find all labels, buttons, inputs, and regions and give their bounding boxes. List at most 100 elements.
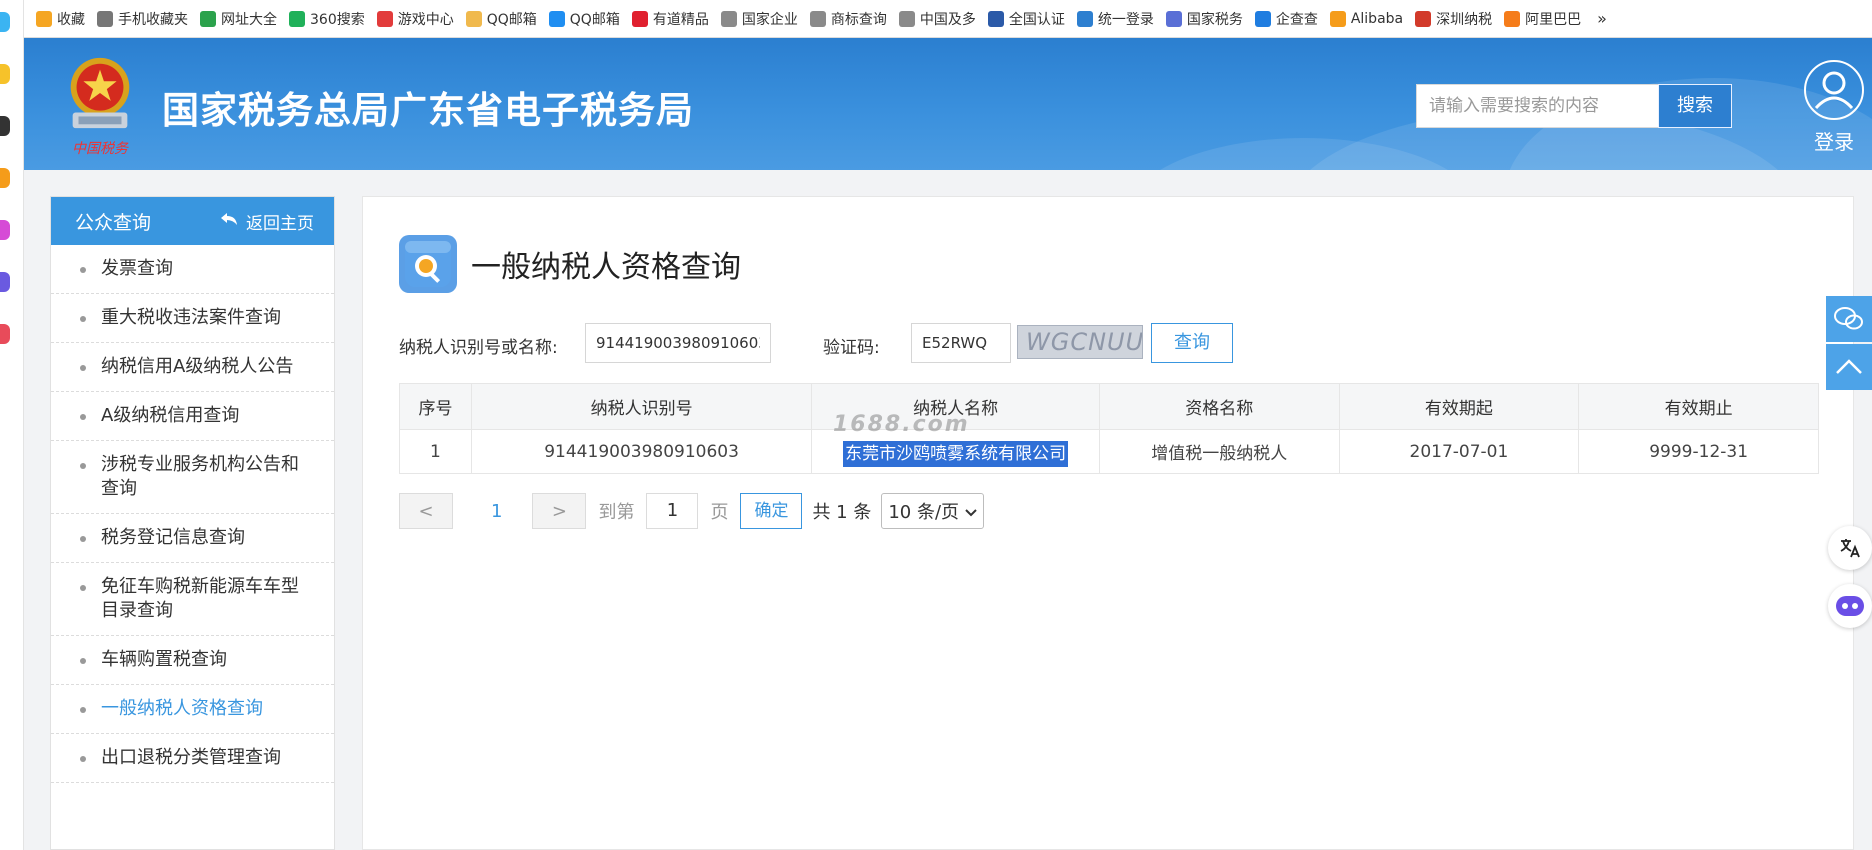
bookmark-label[interactable]: 手机收藏夹 (118, 9, 188, 29)
side-app-icon[interactable] (0, 168, 10, 188)
translate-icon[interactable] (1828, 526, 1872, 570)
sidebar-item[interactable]: 税务登记信息查询 (51, 514, 334, 563)
sidebar-item[interactable]: 一般纳税人资格查询 (51, 685, 334, 734)
search-button[interactable]: 搜索 (1658, 84, 1732, 128)
login-area[interactable]: 登录 (1794, 60, 1872, 155)
login-label[interactable]: 登录 (1794, 126, 1872, 155)
table-cell: 1 (399, 429, 472, 474)
bookmark-label[interactable]: 中国及多 (920, 9, 976, 29)
sidebar-item[interactable]: 车辆购置税查询 (51, 636, 334, 685)
emblem-text: 中国税务 (72, 141, 128, 157)
bookmark-item[interactable]: 有道精品 (631, 9, 709, 29)
assistant-icon[interactable] (1828, 584, 1872, 628)
side-app-icon[interactable] (0, 272, 10, 292)
bookmark-item[interactable]: 360搜索 (289, 9, 365, 29)
page-size-value[interactable]: 10 条/页 (888, 498, 959, 524)
bookmark-label[interactable]: Alibaba (1351, 11, 1403, 27)
back-home-label[interactable]: 返回主页 (246, 209, 314, 234)
bookmark-label[interactable]: 360搜索 (310, 9, 365, 29)
alibaba-icon (1329, 10, 1346, 27)
wechat-icon[interactable] (1826, 296, 1872, 342)
user-avatar-icon[interactable] (1804, 60, 1864, 120)
captcha-input[interactable] (911, 323, 1011, 363)
bookmark-item[interactable]: Alibaba (1329, 10, 1403, 27)
table-header-row: 序号 纳税人识别号 纳税人名称 资格名称 有效期起 有效期止 (399, 383, 1819, 430)
bookmark-label[interactable]: 网址大全 (221, 9, 277, 29)
table-row: 1 914419003980910603 东莞市沙鸥喷雾系统有限公司 增值税一般纳税人… (399, 429, 1819, 474)
sidebar-item[interactable]: 发票查询 (51, 245, 334, 294)
sidebar-item[interactable]: 出口退税分类管理查询 (51, 734, 334, 783)
bookmark-label[interactable]: 深圳纳税 (1436, 9, 1492, 29)
bookmark-label[interactable]: 商标查询 (831, 9, 887, 29)
bookmark-item[interactable]: 商标查询 (809, 9, 887, 29)
search-input[interactable] (1416, 84, 1658, 128)
bookmark-item[interactable]: 中国及多 (898, 9, 976, 29)
plus-circle-icon (200, 10, 216, 27)
bookmark-item[interactable]: 游戏中心 (376, 9, 454, 29)
bookmark-label[interactable]: 阿里巴巴 (1525, 9, 1581, 29)
side-app-icon[interactable] (0, 64, 10, 84)
total-count: 共 1 条 (812, 502, 872, 523)
taxpayer-id-input[interactable] (585, 323, 771, 363)
table-body: 1 914419003980910603 东莞市沙鸥喷雾系统有限公司 增值税一般纳税人… (399, 429, 1819, 474)
back-arrow-icon (220, 211, 238, 231)
bookmark-label[interactable]: 有道精品 (653, 9, 709, 29)
bookmark-label[interactable]: 国家企业 (742, 9, 798, 29)
side-app-icon[interactable] (0, 220, 10, 240)
bookmark-item[interactable]: 手机收藏夹 (97, 9, 188, 29)
next-page-button[interactable]: > (532, 493, 587, 529)
bookmark-label[interactable]: 游戏中心 (398, 9, 454, 29)
sidebar-item[interactable]: 纳税信用A级纳税人公告 (51, 343, 334, 392)
back-to-top-icon[interactable] (1826, 344, 1872, 390)
side-app-icon[interactable] (0, 116, 10, 136)
query-button[interactable]: 查询 (1151, 323, 1233, 363)
bookmark-item[interactable]: QQ邮箱 (548, 9, 620, 29)
bookmarks-more-button[interactable]: » (1597, 9, 1607, 28)
bookmark-label[interactable]: 收藏 (57, 9, 85, 29)
taxpayer-id-label: 纳税人识别号或名称: (399, 338, 558, 358)
bookmark-item[interactable]: 深圳纳税 (1415, 9, 1492, 29)
cell-value: 914419003980910603 (544, 441, 739, 462)
sidebar-item[interactable]: 涉税专业服务机构公告和查询 (51, 441, 334, 514)
table-cell: 914419003980910603 (470, 429, 813, 474)
bookmark-item[interactable]: QQ邮箱 (465, 9, 537, 29)
bookmark-item[interactable]: 全国认证 (987, 9, 1065, 29)
bookmark-label[interactable]: 国家税务 (1187, 9, 1243, 29)
sidebar-item[interactable]: A级纳税信用查询 (51, 392, 334, 441)
sidebar-item[interactable]: 重大税收违法案件查询 (51, 294, 334, 343)
bookmark-item[interactable]: 国家企业 (720, 9, 798, 29)
confirm-page-button[interactable]: 确定 (740, 493, 803, 529)
page-size-select[interactable]: 10 条/页 (881, 493, 985, 529)
current-page-number[interactable]: 1 (491, 501, 502, 522)
browser-side-strip (0, 0, 24, 850)
side-app-icon[interactable] (0, 12, 10, 32)
bookmark-item[interactable]: 收藏 (36, 9, 85, 29)
main-panel: 一般纳税人资格查询 纳税人识别号或名称: 验证码: WGCNUU 查询 序号纳税… (362, 196, 1854, 850)
sidebar-title: 公众查询 (75, 211, 152, 234)
youdao-icon (631, 10, 648, 27)
bookmark-label[interactable]: QQ邮箱 (570, 9, 620, 29)
tax-emblem-logo: 中国税务 (60, 52, 140, 158)
bookmark-label[interactable]: 企查查 (1276, 9, 1318, 29)
prev-page-button[interactable]: < (399, 493, 453, 529)
bookmark-item[interactable]: 网址大全 (200, 9, 277, 29)
bookmark-label[interactable]: 统一登录 (1098, 9, 1154, 29)
side-app-icon[interactable] (0, 324, 10, 344)
bookmark-label[interactable]: QQ邮箱 (487, 9, 537, 29)
back-home-link[interactable]: 返回主页 (220, 209, 314, 234)
folder-icon (465, 10, 482, 27)
goto-page-input[interactable]: 1 (646, 493, 699, 529)
bookmark-item[interactable]: 国家税务 (1165, 9, 1243, 29)
page-title: 一般纳税人资格查询 (471, 250, 741, 285)
phone-icon (97, 10, 113, 27)
table-header-cell: 纳税人识别号 (470, 383, 813, 430)
captcha-image[interactable]: WGCNUU (1017, 325, 1143, 359)
bookmark-item[interactable]: 企查查 (1254, 9, 1318, 29)
table-cell: 增值税一般纳税人 (1098, 429, 1340, 474)
globe-icon (720, 10, 737, 27)
bookmark-item[interactable]: 统一登录 (1076, 9, 1154, 29)
sidebar-item[interactable]: 免征车购税新能源车车型目录查询 (51, 563, 334, 636)
bookmark-item[interactable]: 阿里巴巴 (1504, 9, 1581, 29)
bookmark-label[interactable]: 全国认证 (1009, 9, 1065, 29)
site-title: 国家税务总局广东省电子税务局 (162, 89, 694, 132)
